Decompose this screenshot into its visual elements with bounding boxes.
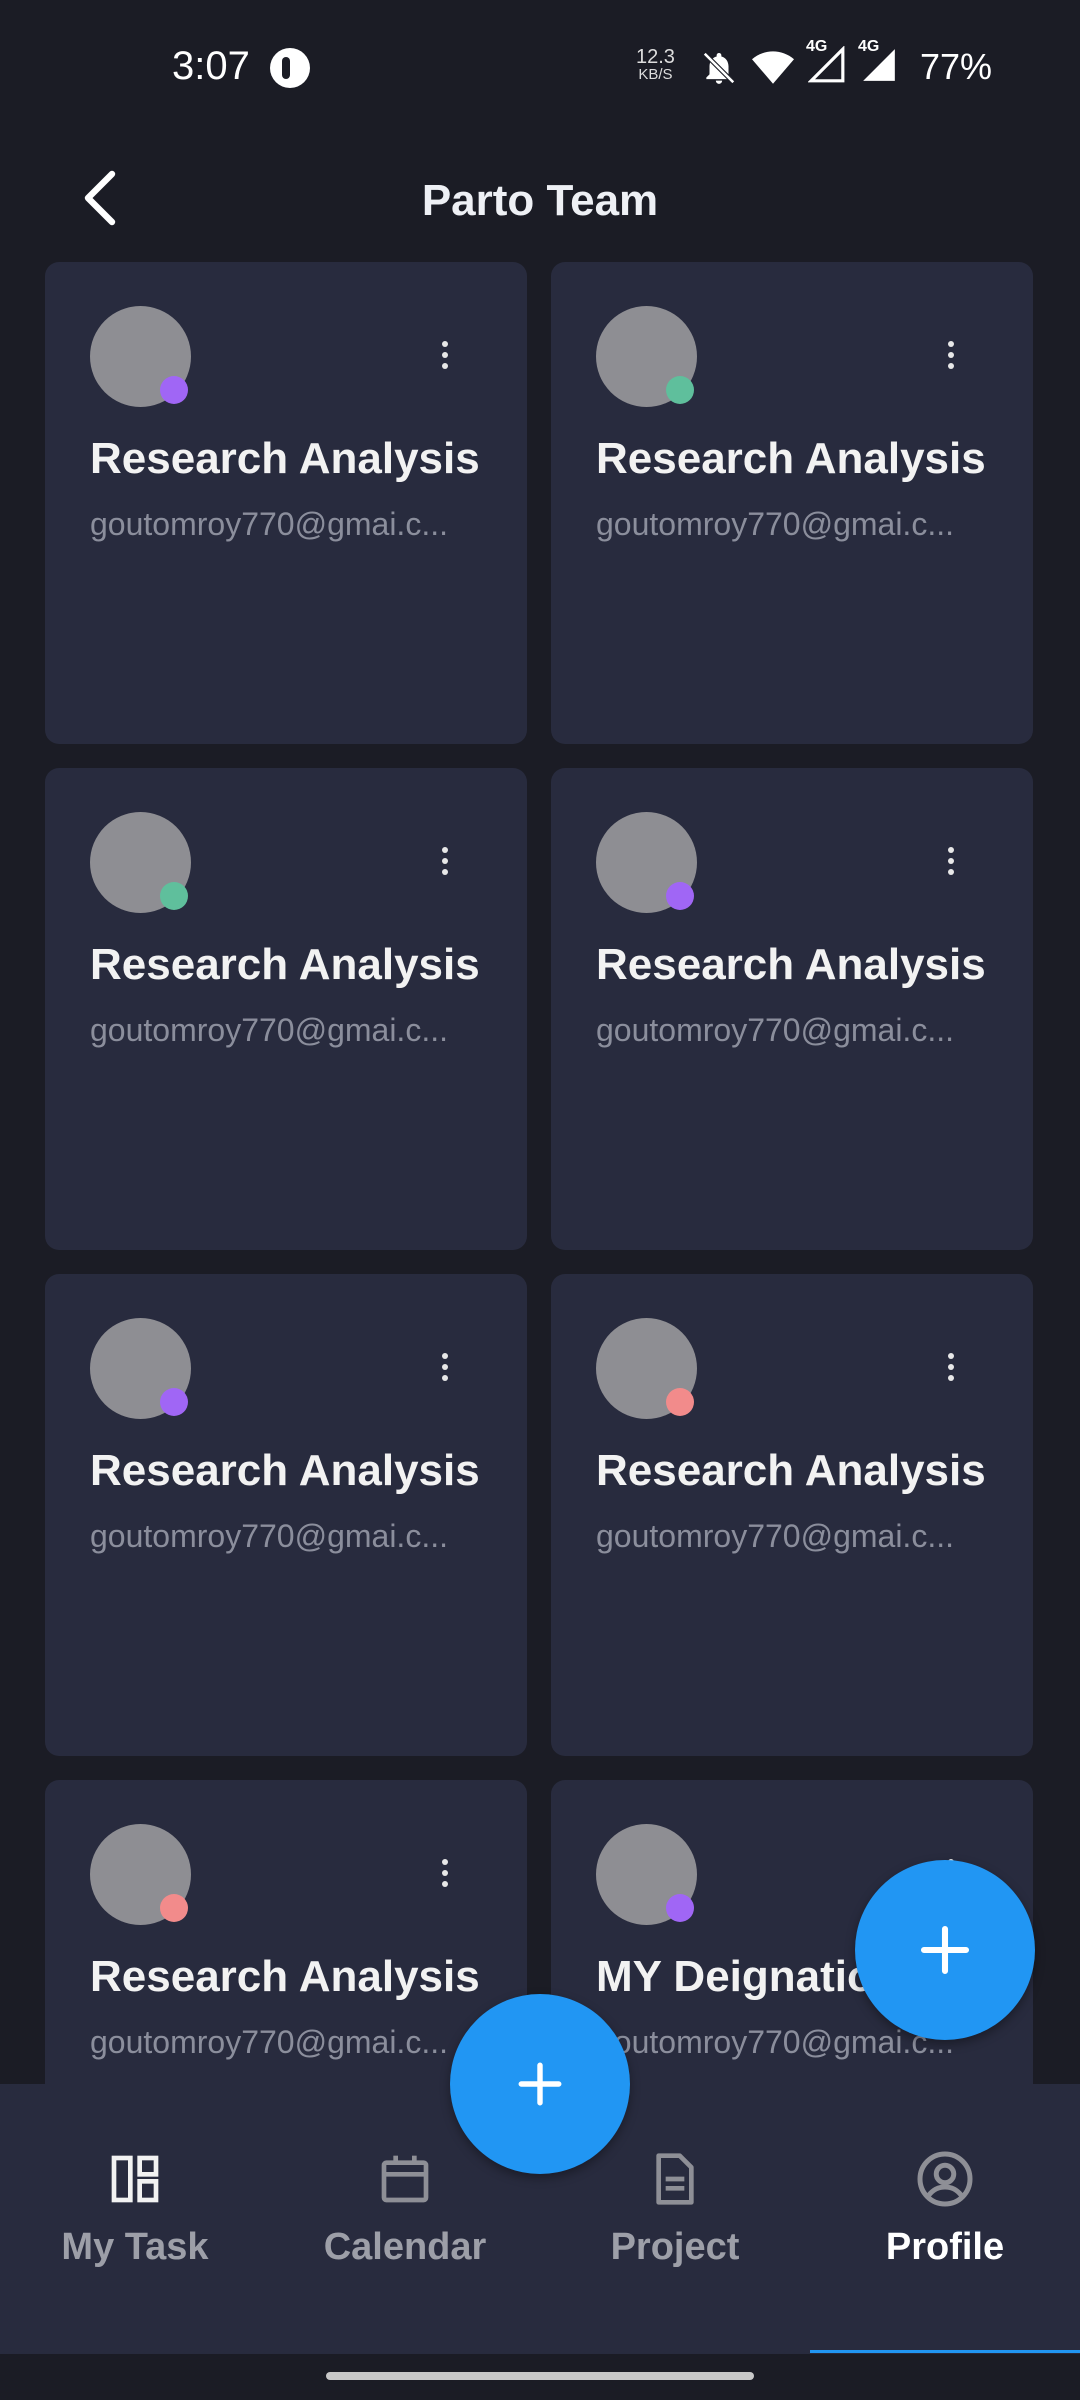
more-vert-icon [948,847,954,853]
active-tab-indicator [810,2350,1080,2353]
member-email: goutomroy770@gmai.c... [596,1518,954,1554]
plus-icon [920,1925,970,1975]
nav-label-profile: Profile [885,2226,1005,2268]
status-bar: 3:07 12.3 KB/S 4G 4G 77% [0,0,1080,136]
calendar-icon [381,2155,429,2203]
more-options-button[interactable] [425,836,465,886]
network-speed-value: 12.3 [636,46,675,68]
member-card[interactable]: Research Analysis goutomroy770@gmai.c... [45,262,527,744]
signal-2: 4G [858,38,898,89]
member-email: goutomroy770@gmai.c... [90,506,448,542]
network-speed: 12.3 KB/S [636,46,675,84]
more-vert-icon [948,1353,954,1359]
more-vert-icon [948,341,954,347]
status-dot [160,1894,188,1922]
member-card[interactable]: Research Analysis goutomroy770@gmai.c... [45,1274,527,1756]
network-type-label-1: 4G [806,38,828,55]
more-options-button[interactable] [931,836,971,886]
battery-level: 77% [920,46,993,87]
member-title: Research Analysis [596,1446,986,1495]
member-title: Research Analysis [90,940,480,989]
more-vert-icon [442,1353,448,1359]
member-email: goutomroy770@gmai.c... [596,1012,954,1048]
nav-label-calendar: Calendar [323,2226,487,2268]
member-card[interactable]: Research Analysis goutomroy770@gmai.c... [551,768,1033,1250]
page-title: Parto Team [421,176,659,225]
status-dot [666,1388,694,1416]
wifi-icon [752,50,794,84]
profile-icon [917,2151,973,2207]
member-email: goutomroy770@gmai.c... [596,506,954,542]
member-email: goutomroy770@gmai.c... [90,1012,448,1048]
status-dot [160,376,188,404]
status-dot [160,1388,188,1416]
document-icon [656,2153,694,2205]
status-icons: 4G 4G [700,38,898,89]
signal-1: 4G [806,38,846,89]
more-vert-icon [442,1859,448,1865]
more-options-button[interactable] [425,1848,465,1898]
member-title: Research Analysis [90,1952,480,2001]
app-notification-icon [270,48,310,88]
nav-label-my-task: My Task [61,2226,209,2268]
more-options-button[interactable] [931,330,971,380]
app-header: Parto Team [0,136,1080,266]
nav-label-project: Project [610,2226,740,2268]
add-member-button[interactable] [855,1860,1035,2040]
status-dot [666,1894,694,1922]
status-dot [160,882,188,910]
member-title: Research Analysis [90,1446,480,1495]
more-vert-icon [442,341,448,347]
nav-item-profile[interactable]: Profile [810,2144,1080,2269]
member-card[interactable]: Research Analysis goutomroy770@gmai.c... [551,262,1033,744]
home-indicator[interactable] [326,2372,754,2380]
member-title: Research Analysis [90,434,480,483]
status-dot [666,376,694,404]
network-speed-unit: KB/S [638,66,673,83]
member-email: goutomroy770@gmai.c... [90,2024,448,2060]
plus-icon [518,2062,562,2106]
member-title: Research Analysis [596,434,986,483]
mute-bell-icon [703,51,735,84]
more-options-button[interactable] [425,330,465,380]
add-task-button[interactable] [450,1994,630,2174]
member-card[interactable]: Research Analysis goutomroy770@gmai.c... [551,1274,1033,1756]
network-type-label-2: 4G [858,38,880,55]
nav-item-my-task[interactable]: My Task [0,2144,270,2269]
member-title: Research Analysis [596,940,986,989]
more-options-button[interactable] [425,1342,465,1392]
member-email: goutomroy770@gmai.c... [90,1518,448,1554]
member-card[interactable]: Research Analysis goutomroy770@gmai.c... [45,768,527,1250]
more-options-button[interactable] [931,1342,971,1392]
status-time: 3:07 [172,44,250,88]
status-dot [666,882,694,910]
more-vert-icon [442,847,448,853]
dashboard-icon [111,2155,159,2203]
